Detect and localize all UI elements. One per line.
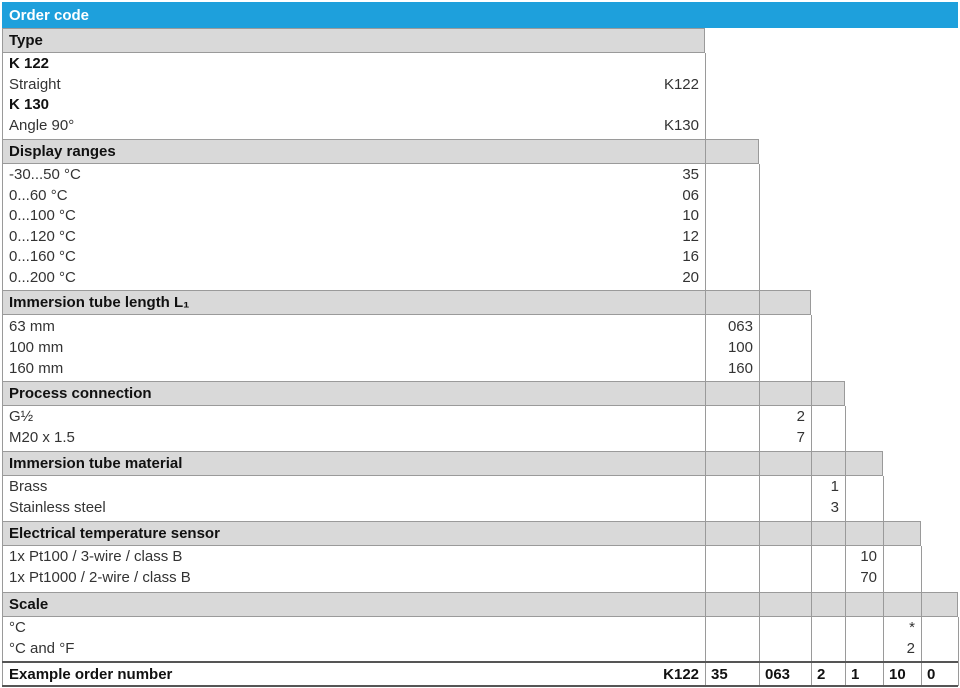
section-header: Process connection: [2, 381, 845, 406]
example-top-rule: [2, 661, 958, 663]
option-code: 10: [860, 548, 877, 565]
option-code: 063: [727, 318, 753, 335]
option-code: K122: [663, 76, 699, 93]
example-code: 0: [927, 666, 936, 683]
option-label: 1x Pt1000 / 2-wire / class B: [9, 569, 191, 586]
example-code: 063: [765, 666, 791, 683]
example-code: 2: [817, 666, 826, 683]
option-label: 100 mm: [9, 339, 64, 356]
column-divider: [921, 546, 922, 686]
option-label: 0...60 °C: [9, 187, 68, 204]
option-label: K 130: [9, 96, 50, 113]
option-label: 1x Pt100 / 3-wire / class B: [9, 548, 183, 565]
option-code: 70: [860, 569, 877, 586]
option-label: Stainless steel: [9, 499, 106, 516]
option-code: *: [909, 619, 915, 636]
column-divider: [811, 315, 812, 686]
example-code: 10: [889, 666, 906, 683]
option-code: 16: [682, 248, 699, 265]
option-label: G½: [9, 408, 34, 425]
option-label: 0...200 °C: [9, 269, 76, 286]
option-code: K130: [663, 117, 699, 134]
option-code: 12: [682, 228, 699, 245]
example-label: Example order number: [9, 666, 173, 683]
example-bottom-rule: [2, 685, 958, 687]
option-code: 100: [727, 339, 753, 356]
example-code: 35: [711, 666, 728, 683]
section-header: Electrical temperature sensor: [2, 521, 921, 546]
option-label: M20 x 1.5: [9, 429, 75, 446]
example-code: K122: [663, 666, 699, 683]
option-code: 1: [830, 478, 839, 495]
option-code: 2: [906, 640, 915, 657]
option-label: 0...100 °C: [9, 207, 76, 224]
option-label: Straight: [9, 76, 61, 93]
option-label: °C: [9, 619, 26, 636]
option-label: 63 mm: [9, 318, 55, 335]
option-code: 20: [682, 269, 699, 286]
option-code: 3: [830, 499, 839, 516]
option-code: 10: [682, 207, 699, 224]
section-header: Type: [2, 28, 705, 53]
option-code: 06: [682, 187, 699, 204]
option-label: 0...120 °C: [9, 228, 76, 245]
option-label: Brass: [9, 478, 48, 495]
option-label: 160 mm: [9, 360, 64, 377]
option-label: 0...160 °C: [9, 248, 76, 265]
option-label: -30...50 °C: [9, 166, 81, 183]
example-code: 1: [851, 666, 860, 683]
column-divider: [958, 617, 959, 686]
section-header: Immersion tube material: [2, 451, 883, 476]
table-title: Order code: [2, 2, 958, 28]
column-divider: [883, 476, 884, 686]
column-divider: [845, 406, 846, 686]
option-label: °C and °F: [9, 640, 75, 657]
column-divider: [759, 164, 760, 686]
option-code: 160: [727, 360, 753, 377]
option-code: 35: [682, 166, 699, 183]
option-label: K 122: [9, 55, 50, 72]
section-header: Scale: [2, 592, 958, 617]
option-label: Angle 90°: [9, 117, 75, 134]
column-divider: [705, 53, 706, 686]
section-header: Immersion tube length L₁: [2, 290, 811, 315]
table-left-border: [2, 28, 3, 686]
order-code-table: Order code Type K 122 Straight K122 K 130 Ang…: [0, 0, 960, 688]
section-header: Display ranges: [2, 139, 759, 164]
